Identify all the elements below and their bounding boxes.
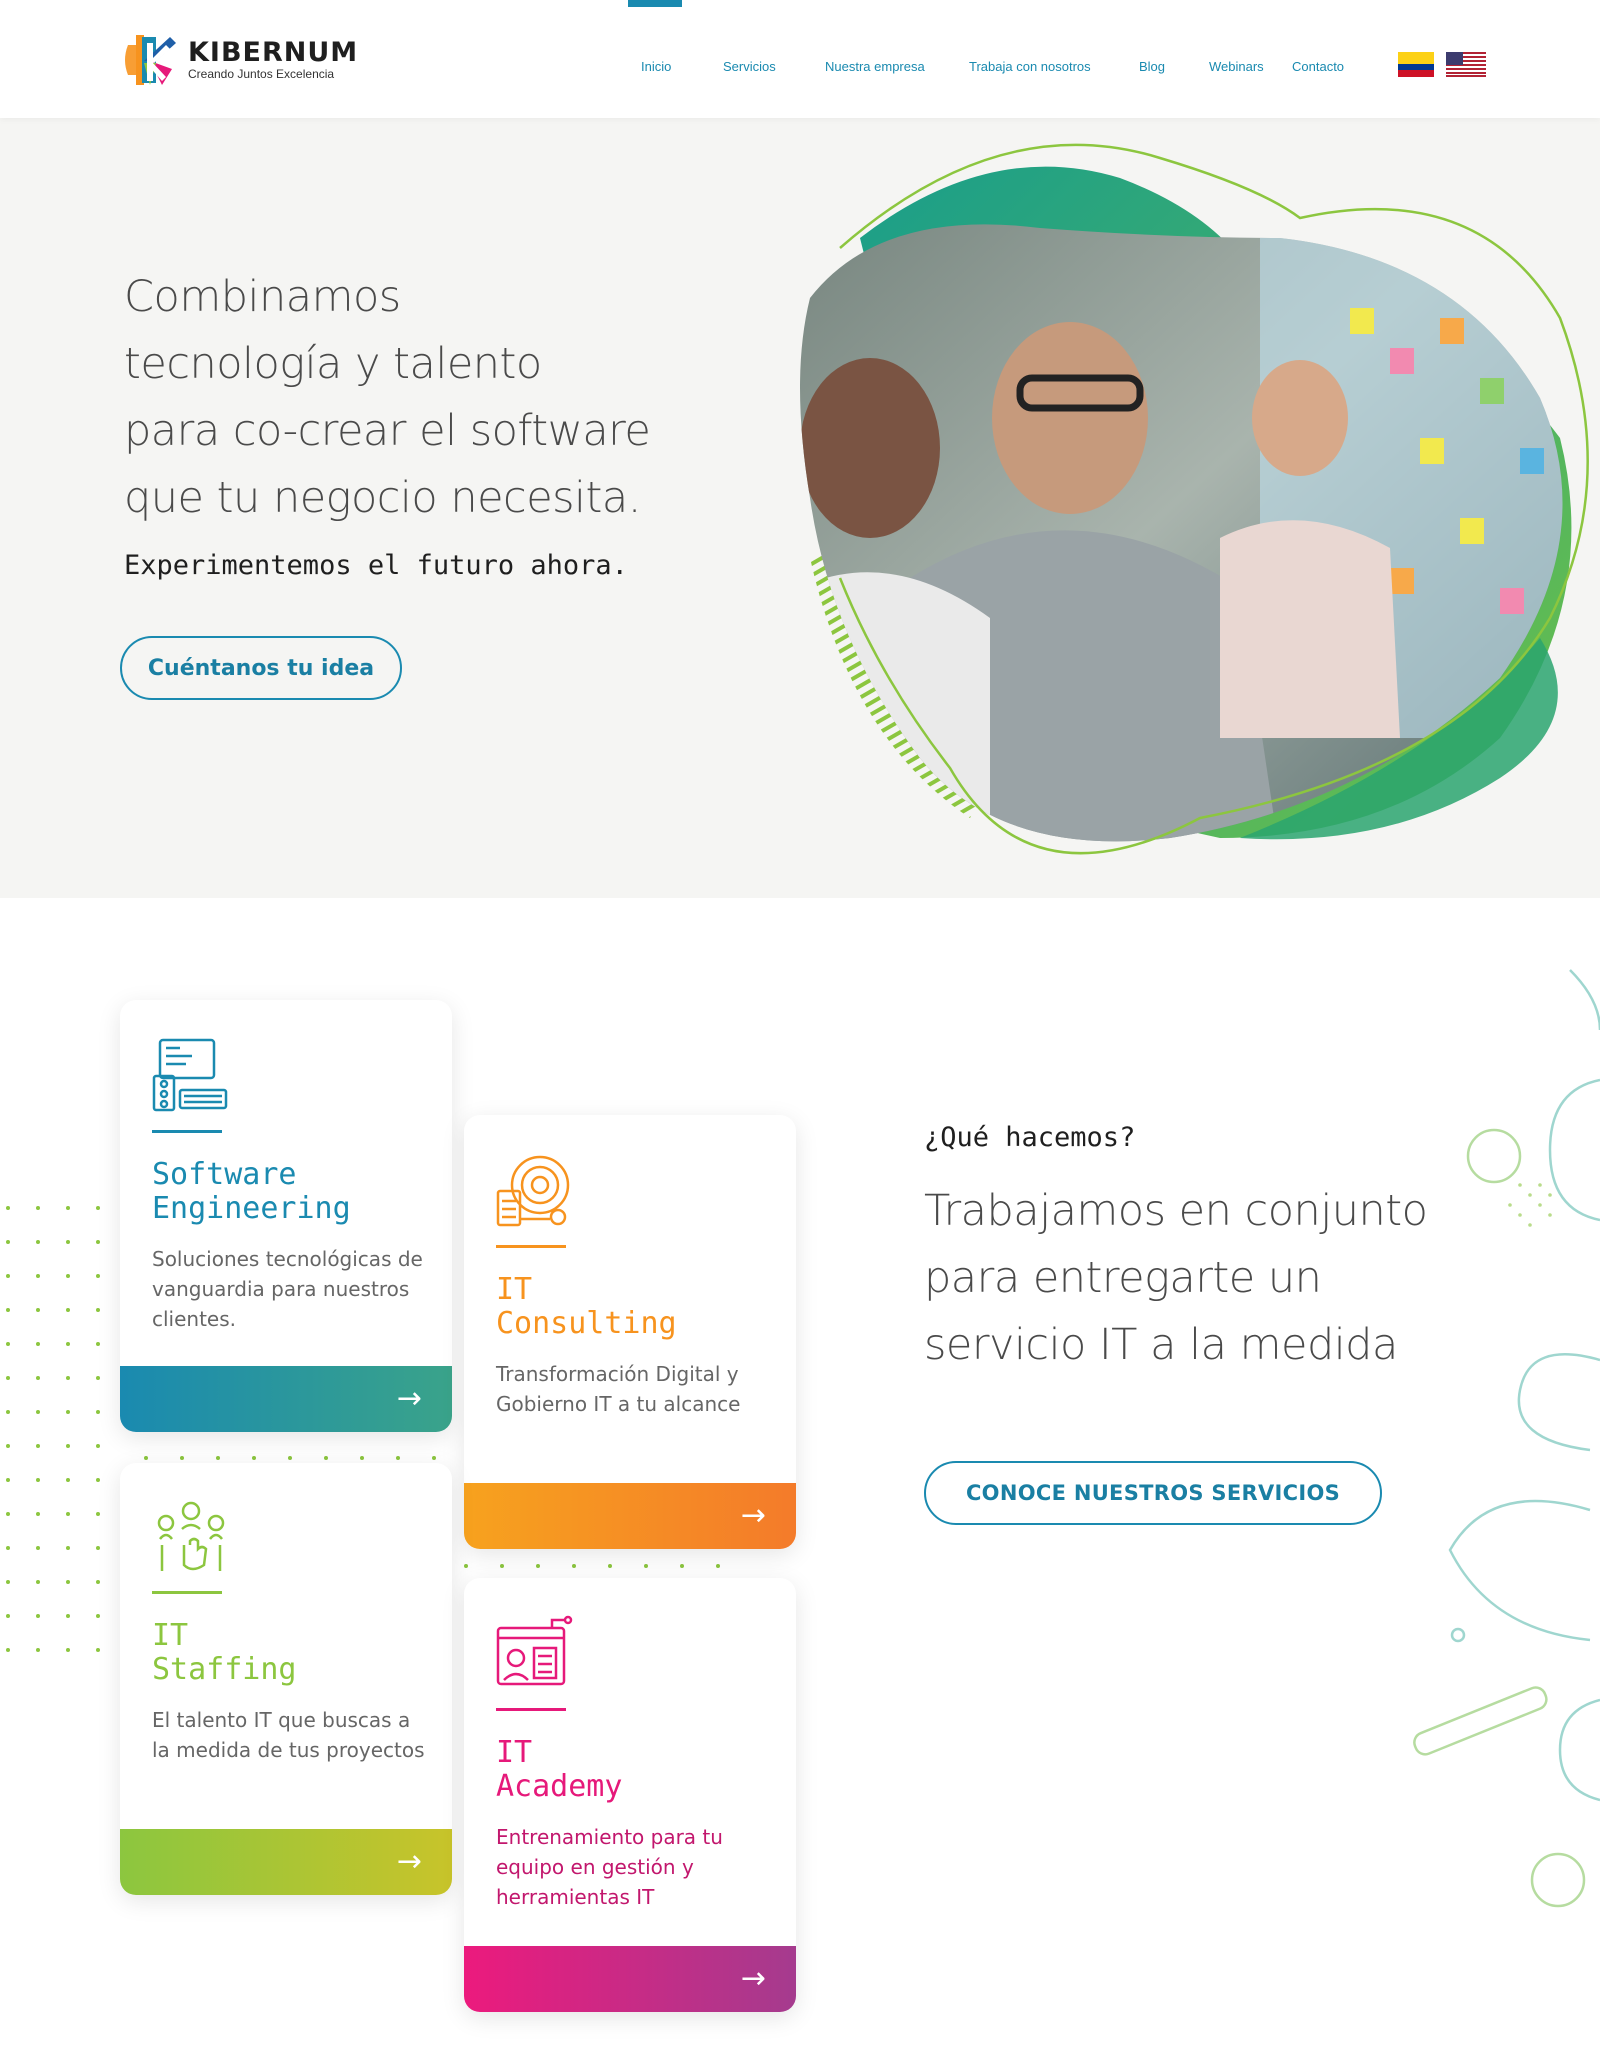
hero-title-line: Combinamos: [124, 272, 401, 322]
card-arrow-bar[interactable]: →: [120, 1829, 452, 1895]
card-title: Software Engineering: [152, 1158, 442, 1226]
card-title-line: Staffing: [152, 1652, 297, 1687]
dot-pattern-left: [6, 1206, 100, 1652]
section-title-line: Trabajamos en conjunto: [924, 1186, 1428, 1236]
section-title: Trabajamos en conjunto para entregarte u…: [924, 1178, 1444, 1379]
hero-title-line: para co-crear el software: [124, 406, 651, 456]
card-title-line: Academy: [496, 1769, 623, 1804]
hero-subtitle: Experimentemos el futuro ahora.: [124, 550, 628, 581]
card-title-line: IT: [496, 1735, 533, 1770]
usa-flag-icon[interactable]: [1446, 52, 1486, 77]
logo-tagline: Creando Juntos Excelencia: [188, 67, 335, 81]
card-title-line: Consulting: [496, 1306, 677, 1341]
hero-title-line: tecnología y talento: [124, 339, 542, 389]
card-divider: [496, 1245, 566, 1248]
card-arrow-bar[interactable]: →: [464, 1946, 796, 2012]
service-card-it-staffing[interactable]: IT Staffing El talento IT que buscas a l…: [120, 1463, 452, 1895]
nav-blog[interactable]: Blog: [1139, 59, 1165, 74]
nav-webinars[interactable]: Webinars: [1209, 59, 1264, 74]
nav-nuestra-empresa[interactable]: Nuestra empresa: [825, 59, 925, 74]
card-description: El talento IT que buscas a la medida de …: [152, 1708, 425, 1762]
card-title: IT Academy: [496, 1736, 786, 1804]
card-description: Soluciones tecnológicas de vanguardia pa…: [152, 1247, 423, 1331]
it-staffing-icon: [157, 1501, 225, 1571]
card-divider: [152, 1130, 222, 1133]
service-card-it-consulting[interactable]: IT Consulting Transformación Digital y G…: [464, 1115, 796, 1549]
nav-servicios[interactable]: Servicios: [723, 59, 776, 74]
conoce-nuestros-servicios-button[interactable]: CONOCE NUESTROS SERVICIOS: [924, 1461, 1382, 1525]
nav-active-indicator: [628, 0, 682, 7]
arrow-right-icon: →: [396, 1844, 422, 1879]
logo[interactable]: KIBERNUM Creando Juntos Excelencia: [120, 30, 358, 90]
kibernum-logo-icon: [120, 31, 178, 89]
colombia-flag-icon[interactable]: [1398, 52, 1434, 77]
card-title: IT Consulting: [496, 1273, 786, 1341]
software-engineering-icon: [152, 1038, 228, 1112]
card-divider: [152, 1591, 222, 1594]
site-header: KIBERNUM Creando Juntos Excelencia Inici…: [0, 0, 1600, 118]
card-title-line: Software: [152, 1157, 297, 1192]
logo-name: KIBERNUM: [188, 37, 359, 68]
hero-title: Combinamos tecnología y talento para co-…: [124, 264, 744, 532]
hero-section: Combinamos tecnología y talento para co-…: [0, 118, 1600, 898]
section-label: ¿Qué hacemos?: [924, 1122, 1136, 1153]
card-arrow-bar[interactable]: →: [464, 1483, 796, 1549]
section-title-line: para entregarte un: [924, 1253, 1322, 1303]
service-card-it-academy[interactable]: IT Academy Entrenamiento para tu equipo …: [464, 1578, 796, 2012]
card-title-line: IT: [152, 1618, 189, 1653]
it-academy-icon: [496, 1615, 573, 1686]
card-divider: [496, 1708, 566, 1711]
nav-inicio[interactable]: Inicio: [641, 59, 671, 74]
cuentanos-tu-idea-button[interactable]: Cuéntanos tu idea: [120, 636, 402, 700]
card-arrow-bar[interactable]: →: [120, 1366, 452, 1432]
section-title-line: servicio IT a la medida: [924, 1320, 1398, 1370]
decorative-shapes: [1413, 969, 1600, 1908]
arrow-right-icon: →: [396, 1381, 422, 1416]
card-title-line: IT: [496, 1272, 533, 1307]
hero-title-line: que tu negocio necesita.: [124, 473, 641, 523]
card-title-line: Engineering: [152, 1191, 351, 1226]
card-title: IT Staffing: [152, 1619, 442, 1687]
card-description: Transformación Digital y Gobierno IT a t…: [496, 1362, 741, 1416]
nav-contacto[interactable]: Contacto: [1292, 59, 1344, 74]
arrow-right-icon: →: [740, 1961, 766, 1996]
nav-trabaja-con-nosotros[interactable]: Trabaja con nosotros: [969, 59, 1091, 74]
card-description: Entrenamiento para tu equipo en gestión …: [496, 1825, 723, 1909]
arrow-right-icon: →: [740, 1498, 766, 1533]
it-consulting-icon: [496, 1155, 570, 1227]
service-card-software-engineering[interactable]: Software Engineering Soluciones tecnológ…: [120, 1000, 452, 1432]
hero-photo: [800, 143, 1589, 855]
